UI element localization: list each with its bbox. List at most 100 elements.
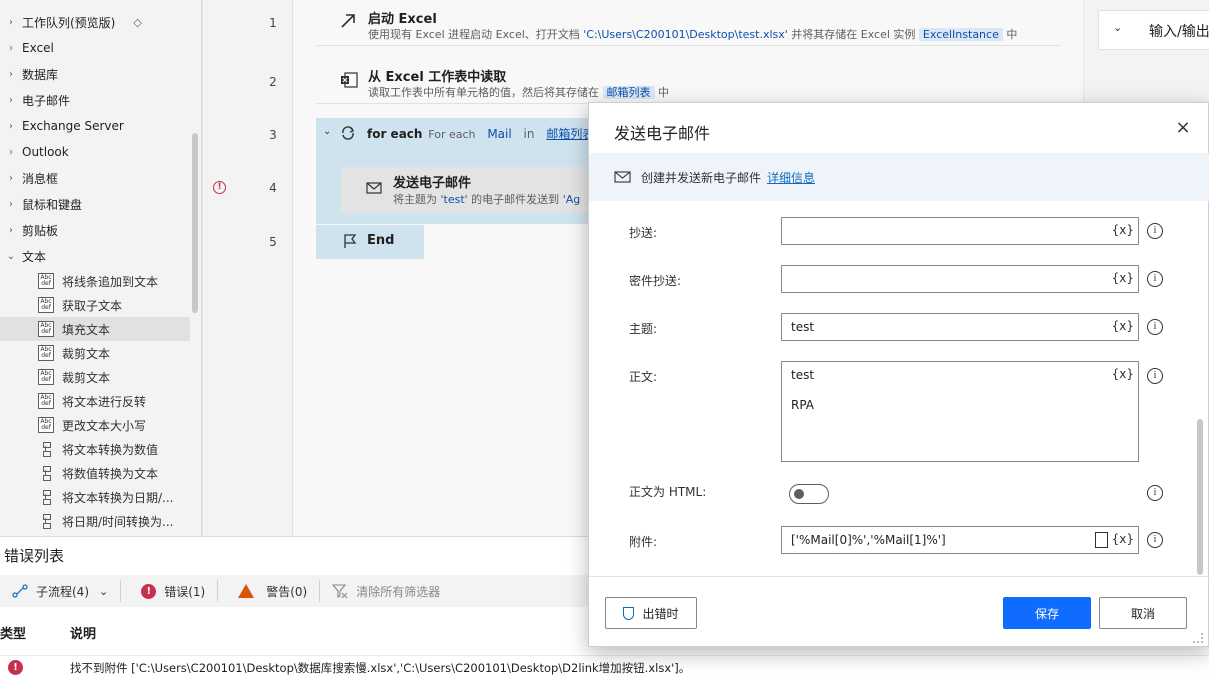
body-line: RPA (791, 398, 815, 412)
action-launch-excel[interactable]: 启动 Excel 使用现有 Excel 进程启动 Excel、打开文档 'C:\… (316, 0, 1061, 46)
action-read-excel[interactable]: 从 Excel 工作表中读取 读取工作表中所有单元格的值，然后将其存储在 邮箱列… (316, 58, 1061, 104)
variable-chip[interactable]: 邮箱列表 (602, 86, 655, 99)
action-get-subtext[interactable]: Abc def 获取子文本 (0, 293, 190, 317)
variable-picker-button[interactable]: {x} (1112, 223, 1134, 237)
file-picker-icon[interactable] (1095, 532, 1108, 548)
info-icon[interactable]: i (1147, 532, 1163, 548)
action-crop-text[interactable]: Abc def 裁剪文本 (0, 365, 190, 389)
save-button[interactable]: 保存 (1003, 597, 1091, 629)
category-label: 工作队列(预览版) (22, 15, 116, 30)
subflow-label: 子流程(4) (36, 584, 89, 599)
desc-path: 'C:\Users\C200101\Desktop\test.xlsx' (583, 28, 788, 41)
clear-filters-button[interactable]: 清除所有筛选器 (320, 575, 452, 607)
bcc-field[interactable]: {x} (781, 265, 1139, 293)
info-icon[interactable]: i (1147, 271, 1163, 287)
category-label: 鼠标和键盘 (22, 197, 83, 212)
more-info-link[interactable]: 详细信息 (767, 169, 815, 186)
body-html-toggle[interactable] (789, 484, 829, 504)
subject-label: 主题: (629, 322, 658, 336)
dialog-scrollbar[interactable] (1197, 419, 1203, 575)
variable-picker-button[interactable]: {x} (1112, 319, 1134, 333)
action-change-text-case[interactable]: Abc def 更改文本大小写 (0, 413, 190, 437)
action-title: 启动 Excel (368, 12, 437, 27)
left-panel-scrollbar[interactable] (192, 133, 198, 313)
dialog-footer-divider (589, 576, 1209, 577)
action-label: 更改文本大小写 (62, 418, 147, 433)
chevron-right-icon: › (9, 224, 13, 236)
io-variables-header[interactable]: ⌄ 输入/输出 (1098, 10, 1209, 50)
error-description: 找不到附件 ['C:\Users\C200101\Desktop\数据库搜索慢.… (70, 660, 691, 675)
info-icon[interactable]: i (1147, 319, 1163, 335)
chevron-right-icon: › (9, 146, 13, 158)
warnings-filter[interactable]: 警告(0) (218, 575, 319, 607)
text-action-icon: Abc def (38, 393, 54, 409)
action-label: 将线条追加到文本 (62, 274, 159, 289)
end-label: End (367, 233, 395, 248)
error-marker-icon[interactable]: ! (213, 181, 226, 194)
body-field[interactable]: test RPA {x} (781, 361, 1139, 462)
action-datetime-to-text[interactable]: 将日期/时间转换为... (0, 509, 190, 533)
desc-recipient: 'Ag (562, 193, 581, 206)
variable-picker-button[interactable]: {x} (1112, 271, 1134, 285)
close-icon[interactable]: × (1172, 117, 1194, 139)
action-send-email[interactable]: 发送电子邮件 将主题为 'test' 的电子邮件发送到 'Ag (341, 167, 591, 213)
action-label: 将数值转换为文本 (62, 466, 159, 481)
info-icon[interactable]: i (1147, 223, 1163, 239)
chevron-right-icon: › (9, 120, 13, 132)
cancel-button[interactable]: 取消 (1099, 597, 1187, 629)
action-text-to-datetime[interactable]: 将文本转换为日期/... (0, 485, 190, 509)
category-email[interactable]: › 电子邮件 (0, 88, 190, 112)
action-reverse-text[interactable]: Abc def 将文本进行反转 (0, 389, 190, 413)
action-text-to-number[interactable]: 将文本转换为数值 (0, 437, 190, 461)
loop-icon (342, 126, 354, 140)
category-work-queues[interactable]: › 工作队列(预览版) ◇ (0, 10, 190, 34)
category-label: 剪贴板 (22, 223, 59, 238)
action-number-to-text[interactable]: 将数值转换为文本 (0, 461, 190, 485)
variable-picker-button[interactable]: {x} (1112, 532, 1134, 546)
resize-grip-icon[interactable] (1193, 633, 1203, 643)
category-excel[interactable]: › Excel (0, 36, 190, 60)
action-pad-text[interactable]: Abc def 填充文本 (0, 317, 190, 341)
errors-filter[interactable]: ! 错误(1) (121, 575, 217, 607)
error-row[interactable]: ! 找不到附件 ['C:\Users\C200101\Desktop\数据库搜索… (0, 655, 1209, 679)
actions-panel: › 工作队列(预览版) ◇ › Excel › 数据库 › 电子邮件 › Exc… (0, 0, 202, 536)
subject-field[interactable]: test {x} (781, 313, 1139, 341)
action-append-line-to-text[interactable]: Abc def 将线条追加到文本 (0, 269, 190, 293)
action-description: 将主题为 'test' 的电子邮件发送到 'Ag (393, 191, 580, 207)
text-action-icon: Abc def (38, 417, 54, 433)
mail-icon (366, 182, 382, 194)
collapse-chevron-icon[interactable]: ⌄ (323, 126, 331, 137)
info-icon[interactable]: i (1147, 368, 1163, 384)
category-label: Exchange Server (22, 119, 124, 133)
clear-filters-label: 清除所有筛选器 (356, 584, 441, 599)
column-header-description[interactable]: 说明 (70, 623, 96, 642)
category-database[interactable]: › 数据库 (0, 62, 190, 86)
action-label: 获取子文本 (62, 298, 123, 313)
column-header-type[interactable]: 类型 (0, 623, 26, 642)
end-block[interactable]: End (316, 225, 424, 259)
info-icon[interactable]: i (1147, 485, 1163, 501)
bcc-label: 密件抄送: (629, 274, 682, 288)
mail-icon (614, 171, 631, 183)
cc-field[interactable]: {x} (781, 217, 1139, 245)
category-message-boxes[interactable]: › 消息框 (0, 166, 190, 190)
subflow-filter-dropdown[interactable]: 子流程(4) ⌄ (0, 575, 120, 607)
category-exchange-server[interactable]: › Exchange Server (0, 114, 190, 138)
desc-subject: 'test' (440, 193, 468, 206)
category-mouse-keyboard[interactable]: › 鼠标和键盘 (0, 192, 190, 216)
errors-label: 错误(1) (164, 584, 206, 599)
foreach-variable[interactable]: Mail (487, 127, 511, 141)
variable-chip[interactable]: ExcelInstance (918, 28, 1003, 41)
category-text[interactable]: ⌄ 文本 (0, 244, 190, 268)
category-label: 数据库 (22, 67, 59, 82)
category-clipboard[interactable]: › 剪贴板 (0, 218, 190, 242)
variable-picker-button[interactable]: {x} (1112, 367, 1134, 381)
category-outlook[interactable]: › Outlook (0, 140, 190, 164)
on-error-button[interactable]: 出错时 (605, 597, 697, 629)
action-trim-text[interactable]: Abc def 裁剪文本 (0, 341, 190, 365)
arrow-up-right-icon (341, 14, 355, 28)
error-icon: ! (8, 660, 23, 675)
desc-text: 中 (1002, 28, 1018, 41)
attachments-field[interactable]: ['%Mail[0]%','%Mail[1]%'] {x} (781, 526, 1139, 554)
send-email-dialog: 发送电子邮件 × 创建并发送新电子邮件 详细信息 抄送: {x} i 密件抄送:… (588, 102, 1209, 647)
